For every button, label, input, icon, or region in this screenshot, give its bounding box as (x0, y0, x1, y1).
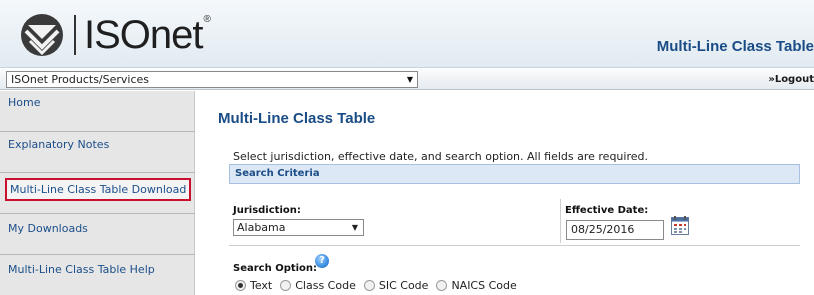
effective-date-input[interactable]: 08/25/2016 (566, 220, 664, 240)
calendar-icon[interactable] (671, 216, 689, 235)
page-title: Multi-Line Class Table (218, 110, 376, 127)
sidebar-item-label: Multi-Line Class Table Download (5, 178, 192, 201)
radio-label: Text (250, 279, 273, 292)
column-divider (560, 199, 561, 243)
logout-link[interactable]: »Logout (768, 74, 814, 85)
sidebar-item-label: Multi-Line Class Table Help (8, 263, 155, 276)
sidebar: Home Explanatory Notes Multi-Line Class … (0, 91, 195, 295)
logo-wordmark: ISOnet® (84, 13, 211, 57)
jurisdiction-value: Alabama (237, 221, 286, 234)
sidebar-item-class-table-download[interactable]: Multi-Line Class Table Download (0, 173, 195, 214)
search-criteria-header: Search Criteria (229, 164, 800, 184)
radio-label: Class Code (295, 279, 356, 292)
search-option-group: Text Class Code SIC Code NAICS Code (235, 279, 525, 292)
header: ISOnet® Multi-Line Class Table (0, 0, 814, 68)
sidebar-item-label: My Downloads (8, 222, 88, 235)
sidebar-item-label: Explanatory Notes (8, 138, 110, 151)
instructions-text: Select jurisdiction, effective date, and… (233, 150, 648, 163)
radio-label: SIC Code (378, 279, 429, 292)
isonet-logo-mark-icon (21, 14, 63, 56)
radio-class-code[interactable]: Class Code (280, 279, 356, 292)
search-criteria-label: Search Criteria (235, 168, 320, 179)
radio-naics-code[interactable]: NAICS Code (436, 279, 517, 292)
radio-label: NAICS Code (451, 279, 517, 292)
search-option-label: Search Option: (233, 263, 318, 274)
jurisdiction-select[interactable]: Alabama ▼ (233, 219, 364, 236)
radio-sic-code[interactable]: SIC Code (363, 279, 429, 292)
radio-button[interactable] (436, 280, 448, 291)
radio-text[interactable]: Text (235, 279, 272, 292)
products-services-select[interactable]: ISOnet Products/Services ▼ (6, 71, 418, 88)
effective-date-label: Effective Date: (565, 205, 649, 216)
jurisdiction-label: Jurisdiction: (233, 205, 301, 216)
products-select-value: ISOnet Products/Services (11, 73, 150, 86)
app-title: Multi-Line Class Table (656, 38, 814, 55)
sidebar-item-home[interactable]: Home (0, 91, 195, 132)
section-divider (229, 245, 800, 246)
isonet-logo[interactable]: ISOnet® (20, 12, 211, 58)
dropdown-arrow-icon: ▼ (406, 75, 413, 84)
help-icon[interactable]: ? (315, 254, 329, 268)
topbar: ISOnet Products/Services ▼ »Logout (0, 69, 814, 90)
sidebar-item-label: Home (8, 96, 41, 109)
sidebar-item-class-table-help[interactable]: Multi-Line Class Table Help (0, 255, 195, 295)
dropdown-arrow-icon: ▼ (351, 223, 358, 232)
sidebar-item-explanatory-notes[interactable]: Explanatory Notes (0, 132, 195, 173)
main-content: Multi-Line Class Table Select jurisdicti… (196, 91, 814, 295)
sidebar-item-my-downloads[interactable]: My Downloads (0, 214, 195, 255)
logo-divider (74, 15, 76, 55)
radio-button[interactable] (280, 280, 292, 291)
radio-button[interactable] (363, 280, 375, 291)
radio-button[interactable] (235, 280, 246, 291)
